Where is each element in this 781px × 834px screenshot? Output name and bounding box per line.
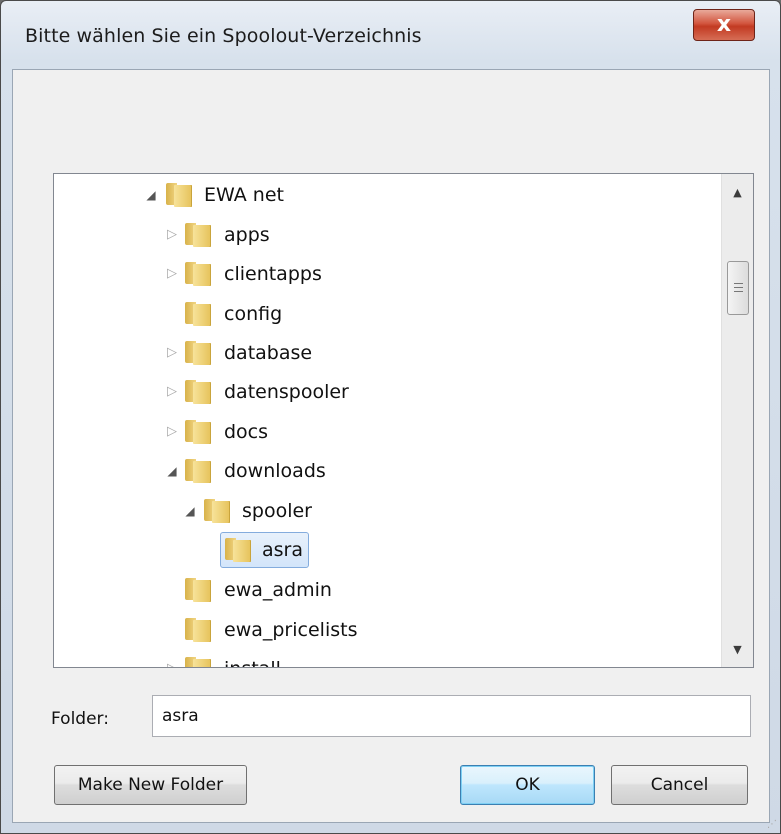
scroll-up-icon: ▲	[733, 186, 742, 199]
tree-item-downloads[interactable]: ◢ downloads	[165, 451, 565, 491]
scroll-up-button[interactable]: ▲	[722, 178, 753, 208]
tree-item-ewa-pricelists[interactable]: ewa_pricelists	[165, 610, 565, 650]
folder-icon	[185, 459, 211, 483]
close-button[interactable]: x	[693, 9, 755, 41]
folder-icon	[225, 538, 251, 562]
tree-item-apps[interactable]: ▷ apps	[165, 215, 565, 255]
tree-item-label: datenspooler	[224, 381, 349, 403]
folder-icon	[185, 420, 211, 444]
tree-item-label: database	[224, 342, 313, 364]
collapse-arrow-icon[interactable]: ▷	[165, 649, 179, 667]
tree-item-ewa-admin[interactable]: ewa_admin	[165, 570, 565, 610]
tree-item-database[interactable]: ▷ database	[165, 333, 565, 373]
scroll-down-icon: ▼	[733, 643, 742, 656]
close-icon: x	[716, 12, 732, 37]
tree-item-ewa-net[interactable]: ◢ EWA net	[144, 175, 544, 215]
tree-item-label: ewa_admin	[224, 579, 332, 601]
folder-icon	[185, 618, 211, 642]
tree-item-label: spooler	[242, 500, 312, 522]
tree-item-label: asra	[262, 539, 303, 561]
expand-arrow-icon[interactable]: ◢	[144, 175, 158, 215]
tree-item-label: install	[224, 649, 281, 667]
resize-grip-icon[interactable]: ⋰	[767, 819, 777, 830]
collapse-arrow-icon[interactable]: ▷	[165, 333, 179, 373]
tree-item-label: clientapps	[224, 263, 322, 285]
folder-icon	[185, 341, 211, 365]
tree-item-label: EWA net	[204, 184, 284, 206]
tree-item-label: downloads	[224, 460, 326, 482]
scrollbar-thumb[interactable]	[727, 261, 749, 315]
window-title: Bitte wählen Sie ein Spoolout-Verzeichni…	[25, 25, 422, 47]
collapse-arrow-icon[interactable]: ▷	[165, 215, 179, 255]
folder-icon	[204, 499, 230, 523]
tree-item-label: ewa_pricelists	[224, 619, 358, 641]
collapse-arrow-icon[interactable]: ▷	[165, 372, 179, 412]
cancel-button[interactable]: Cancel	[611, 765, 748, 805]
expand-arrow-icon[interactable]: ◢	[165, 451, 179, 491]
folder-icon	[185, 223, 211, 247]
title-bar[interactable]: Bitte wählen Sie ein Spoolout-Verzeichni…	[1, 1, 780, 69]
tree-item-install[interactable]: ▷ install	[165, 649, 565, 667]
tree-item-label: docs	[224, 421, 269, 443]
tree-item-config[interactable]: config	[165, 294, 565, 334]
tree-item-label: config	[224, 303, 283, 325]
ok-button[interactable]: OK	[460, 765, 595, 805]
collapse-arrow-icon[interactable]: ▷	[165, 254, 179, 294]
folder-icon	[185, 262, 211, 286]
collapse-arrow-icon[interactable]: ▷	[165, 412, 179, 452]
folder-icon	[185, 302, 211, 326]
folder-icon	[166, 183, 192, 207]
tree-item-docs[interactable]: ▷ docs	[165, 412, 565, 452]
tree-item-label: apps	[224, 224, 270, 246]
make-new-folder-button[interactable]: Make New Folder	[54, 765, 247, 805]
folder-icon	[185, 380, 211, 404]
tree-item-clientapps[interactable]: ▷ clientapps	[165, 254, 565, 294]
folder-field-label: Folder:	[51, 709, 109, 729]
tree-item-datenspooler[interactable]: ▷ datenspooler	[165, 372, 565, 412]
expand-arrow-icon[interactable]: ◢	[183, 491, 197, 531]
folder-icon	[185, 578, 211, 602]
scroll-down-button[interactable]: ▼	[722, 635, 753, 665]
folder-input[interactable]: asra	[152, 695, 751, 737]
tree-item-spooler[interactable]: ◢ spooler	[183, 491, 583, 531]
dialog-window: Bitte wählen Sie ein Spoolout-Verzeichni…	[0, 0, 781, 834]
vertical-scrollbar[interactable]: ▲ ▼	[721, 174, 753, 667]
tree-item-asra[interactable]: asra	[220, 530, 620, 570]
folder-icon	[185, 657, 211, 667]
grip-icon	[734, 283, 743, 284]
folder-tree[interactable]: ◢ EWA net ▷ apps ▷ clientapps config ▷ d…	[53, 173, 754, 668]
